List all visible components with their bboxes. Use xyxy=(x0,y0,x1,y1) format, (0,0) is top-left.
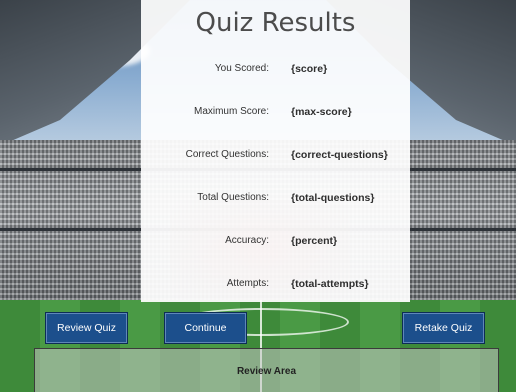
retake-quiz-button[interactable]: Retake Quiz xyxy=(402,312,485,344)
result-label: Total Questions: xyxy=(197,192,269,203)
result-row-score: You Scored: {score} xyxy=(141,63,410,79)
result-label: Accuracy: xyxy=(225,235,269,246)
result-value: {total-questions} xyxy=(291,192,375,204)
result-label: Attempts: xyxy=(226,278,269,289)
result-row-accuracy: Accuracy: {percent} xyxy=(141,235,410,251)
review-quiz-button[interactable]: Review Quiz xyxy=(45,312,128,344)
quiz-results-slide: Quiz Results You Scored: {score} Maximum… xyxy=(0,0,516,392)
result-label: You Scored: xyxy=(214,63,269,74)
result-row-max-score: Maximum Score: {max-score} xyxy=(141,106,410,122)
result-value: {total-attempts} xyxy=(291,278,369,290)
review-area: Review Area xyxy=(34,348,499,392)
result-value: {correct-questions} xyxy=(291,149,388,161)
page-title: Quiz Results xyxy=(195,8,356,38)
result-row-attempts: Attempts: {total-attempts} xyxy=(141,278,410,294)
results-panel: Quiz Results You Scored: {score} Maximum… xyxy=(141,0,410,302)
result-row-total-questions: Total Questions: {total-questions} xyxy=(141,192,410,208)
result-value: {percent} xyxy=(291,235,338,247)
continue-button[interactable]: Continue xyxy=(164,312,247,344)
result-label: Maximum Score: xyxy=(193,106,269,117)
result-row-correct-questions: Correct Questions: {correct-questions} xyxy=(141,149,410,165)
result-value: {score} xyxy=(291,63,328,75)
result-value: {max-score} xyxy=(291,106,352,118)
result-label: Correct Questions: xyxy=(185,149,269,160)
